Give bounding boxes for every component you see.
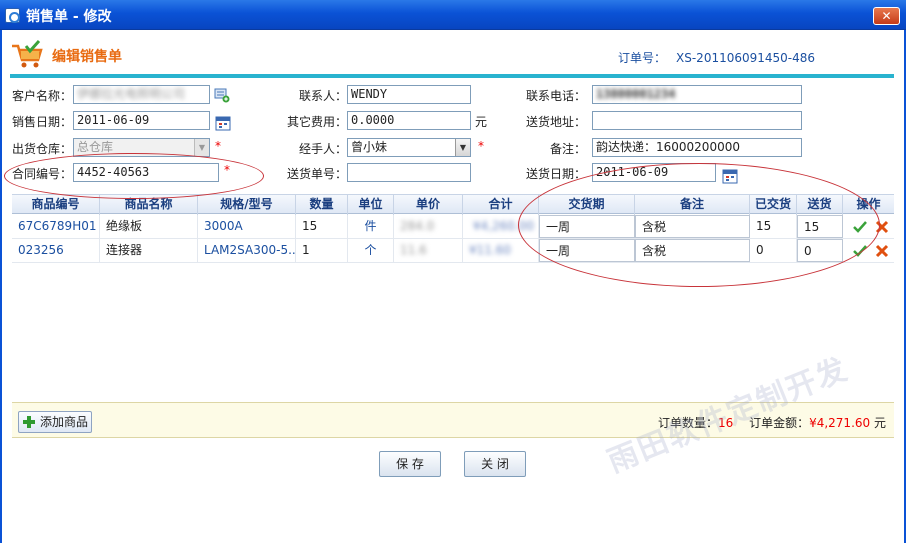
cart-check-icon — [12, 40, 43, 68]
row-unit: 个 — [348, 239, 394, 262]
row-price[interactable]: 11.6 — [394, 239, 463, 262]
window-title: 销售单 - 修改 — [26, 9, 112, 25]
order-number-value: XS-201106091450-486 — [676, 51, 816, 65]
handler-required: * — [478, 139, 484, 153]
warehouse-required: * — [215, 139, 221, 153]
phone-label: 联系电话： — [526, 89, 587, 103]
annotation-ellipse-delivery — [518, 163, 880, 287]
close-button[interactable]: 关 闭 — [464, 451, 526, 477]
delivery-no-field[interactable] — [347, 163, 471, 182]
ship-address-field[interactable] — [592, 111, 802, 130]
phone-value: 13800001234 — [596, 87, 676, 101]
delete-x-icon[interactable] — [875, 244, 889, 258]
row-spec[interactable]: LAM2SA300-5... — [198, 239, 296, 262]
warehouse-value: 总仓库 — [77, 140, 114, 154]
customer-select-icon[interactable] — [214, 87, 230, 103]
row-spec[interactable]: 3000A — [198, 215, 296, 238]
handler-label: 经手人： — [299, 142, 348, 156]
calendar-icon[interactable] — [215, 115, 231, 131]
window-close-button[interactable]: ✕ — [873, 7, 900, 25]
contact-label: 联系人： — [299, 89, 348, 103]
other-fee-field[interactable]: 0.0000 — [347, 111, 471, 130]
add-product-button[interactable]: 添加商品 — [18, 411, 92, 433]
row-code[interactable]: 023256 — [12, 239, 100, 262]
remark-label: 备注： — [550, 142, 587, 156]
ship-address-label: 送货地址： — [526, 115, 587, 129]
row-total-value: ¥11.60 — [469, 243, 511, 257]
header-divider — [10, 74, 894, 78]
app-icon — [5, 8, 20, 23]
delivery-no-label: 送货单号： — [287, 167, 348, 181]
add-product-label: 添加商品 — [40, 415, 89, 429]
sale-date-field[interactable]: 2011-06-09 — [73, 111, 210, 130]
row-qty[interactable]: 15 — [296, 215, 348, 238]
row-price-value: 11.6 — [400, 243, 427, 257]
col-unit[interactable]: 单位 — [348, 195, 394, 215]
col-qty[interactable]: 数量 — [296, 195, 348, 215]
col-price[interactable]: 单价 — [394, 195, 463, 215]
contact-field[interactable]: WENDY — [347, 85, 471, 104]
row-code[interactable]: 67C6789H01 — [12, 215, 100, 238]
row-name: 绝缘板 — [100, 215, 198, 238]
amount-value: ¥4,271.60 — [809, 416, 871, 430]
warehouse-dropdown-arrow-icon: ▼ — [194, 139, 209, 156]
page-title: 编辑销售单 — [52, 49, 122, 65]
customer-field[interactable]: 伊娜拉光电照明公司 — [73, 85, 210, 104]
col-code[interactable]: 商品编号 — [12, 195, 100, 215]
warehouse-label: 出货仓库： — [12, 142, 73, 156]
window-titlebar: 销售单 - 修改 ✕ — [0, 0, 906, 30]
save-button[interactable]: 保 存 — [379, 451, 441, 477]
other-fee-unit: 元 — [475, 115, 488, 129]
amount-unit: 元 — [873, 416, 886, 430]
row-name: 连接器 — [100, 239, 198, 262]
customer-value: 伊娜拉光电照明公司 — [77, 87, 186, 101]
order-number-label: 订单号： — [618, 51, 667, 65]
customer-label: 客户名称： — [12, 89, 73, 103]
handler-select[interactable]: 曾小妹 ▼ — [347, 138, 471, 157]
order-number: 订单号： XS-201106091450-486 — [618, 49, 815, 66]
window-content — [2, 31, 904, 543]
phone-field[interactable]: 13800001234 — [592, 85, 802, 104]
other-fee-label: 其它费用： — [287, 115, 348, 129]
plus-icon — [23, 416, 35, 428]
handler-value: 曾小妹 — [351, 140, 388, 154]
handler-dropdown-arrow-icon: ▼ — [455, 139, 470, 156]
remark-field[interactable]: 韵达快递：16000200000 — [592, 138, 802, 157]
row-qty[interactable]: 1 — [296, 239, 348, 262]
col-spec[interactable]: 规格/型号 — [198, 195, 296, 215]
annotation-ellipse-contract — [4, 153, 264, 199]
row-price[interactable]: 284.0 — [394, 215, 463, 238]
sale-date-label: 销售日期： — [12, 115, 73, 129]
row-unit: 件 — [348, 215, 394, 238]
row-price-value: 284.0 — [400, 219, 435, 233]
